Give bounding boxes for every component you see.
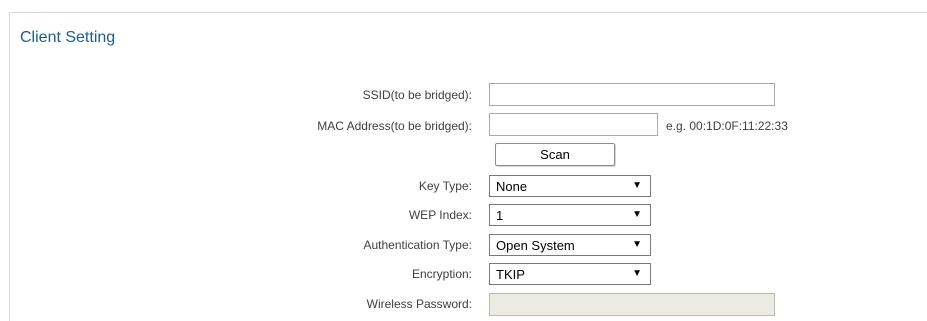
wireless-password-input[interactable] [489,293,775,316]
encryption-label: Encryption: [411,267,472,281]
wep-index-select[interactable]: 1 ▼ [489,204,651,226]
key-type-select[interactable]: None ▼ [489,175,651,197]
wep-index-value: 1 [496,208,504,223]
key-type-value: None [496,179,528,194]
ssid-input[interactable] [489,83,775,106]
ssid-label: SSID(to be bridged): [362,88,472,102]
chevron-down-icon: ▼ [632,209,642,220]
chevron-down-icon: ▼ [632,239,642,250]
wep-index-label: WEP Index: [408,208,472,222]
chevron-down-icon: ▼ [632,268,642,279]
chevron-down-icon: ▼ [632,180,642,191]
encryption-value: TKIP [496,267,525,282]
mac-address-input[interactable] [489,113,658,136]
authentication-type-select[interactable]: Open System ▼ [489,234,651,256]
encryption-select[interactable]: TKIP ▼ [489,263,651,285]
authentication-type-label: Authentication Type: [363,238,472,252]
key-type-label: Key Type: [418,179,472,193]
section-title: Client Setting [20,29,116,46]
mac-address-label: MAC Address(to be bridged): [317,119,472,133]
mac-address-hint: e.g. 00:1D:0F:11:22:33 [666,119,788,133]
scan-button[interactable]: Scan [495,143,615,166]
wireless-password-label: Wireless Password: [366,297,472,311]
authentication-type-value: Open System [496,238,575,253]
